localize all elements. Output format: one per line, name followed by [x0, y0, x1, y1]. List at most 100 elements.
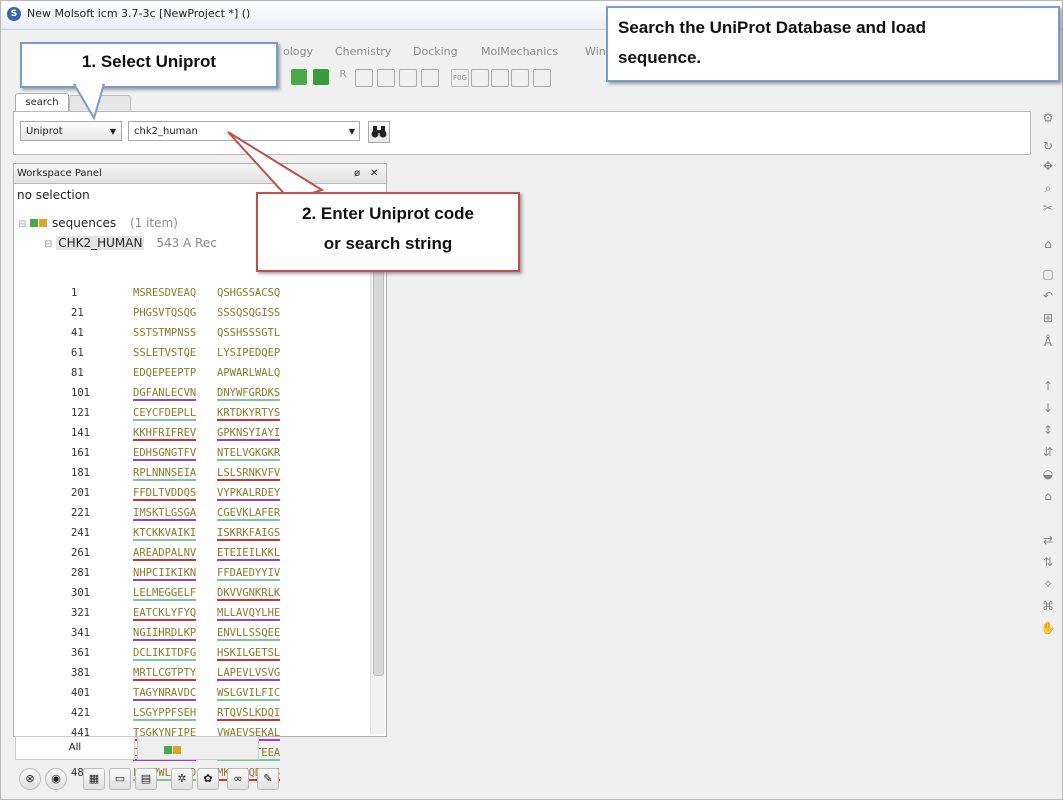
sequence-block[interactable]: DKVVGNKRLK — [217, 587, 281, 601]
toolbar-icon-green-2[interactable] — [313, 69, 329, 85]
sequence-block[interactable]: QSHGSSACSQ — [217, 287, 280, 299]
move-icon[interactable]: ✥ — [1039, 157, 1057, 175]
tree-node-chk2-human[interactable]: ⊟ CHK2_HUMAN 543 A Rec — [44, 236, 217, 250]
sequence-block[interactable]: PHGSVTQSQG — [133, 307, 196, 319]
arrow-up-icon[interactable]: ↑ — [1039, 377, 1057, 395]
sequence-block[interactable]: KTCKKVAIKI — [133, 527, 197, 541]
toolbar-icon-r[interactable]: R — [335, 69, 351, 85]
sequence-block[interactable]: FFDAEDYYIV — [217, 567, 281, 581]
sequence-block[interactable]: APWARLWALQ — [217, 367, 280, 379]
sequence-block[interactable]: IMSKTLGSGA — [133, 507, 197, 521]
toolbar-icon-layout[interactable] — [533, 69, 551, 87]
sequence-block[interactable]: LSGYPPFSEH — [133, 707, 197, 721]
undo-icon[interactable]: ↶ — [1039, 287, 1057, 305]
star-icon[interactable]: ✧ — [1039, 575, 1057, 593]
sequence-block[interactable]: EDQEPEEPTP — [133, 367, 196, 379]
sequence-block[interactable]: SSTSTMPNSS — [133, 327, 196, 339]
sequence-block[interactable]: LELMEGGELF — [133, 587, 197, 601]
sequence-block[interactable]: CEYCFDEPLL — [133, 407, 197, 421]
sequence-block[interactable]: AREADPALNV — [133, 547, 197, 561]
sequence-block[interactable]: DCLIKITDFG — [133, 647, 197, 661]
tree-view-icon[interactable]: ▦ — [83, 768, 105, 790]
menu-item-biology[interactable]: ology — [283, 45, 313, 58]
sequence-block[interactable]: MSRESDVEAQ — [133, 287, 196, 299]
tool-icon[interactable]: ✎ — [257, 768, 279, 790]
view-icon[interactable]: ⌂ — [1039, 235, 1057, 253]
menu-item-molmechanics[interactable]: MolMechanics — [481, 45, 558, 58]
stop-icon[interactable]: ⊗ — [19, 768, 41, 790]
settings-icon[interactable]: ✲ — [171, 768, 193, 790]
sequence-block[interactable]: GPKNSYIAYI — [217, 427, 281, 441]
sequence-block[interactable]: SSSQSQGISS — [217, 307, 280, 319]
close-panel-icon[interactable]: ✕ — [370, 164, 378, 184]
menu-item-docking[interactable]: Docking — [413, 45, 458, 58]
sequence-block[interactable]: NHPCIIKIKN — [133, 567, 197, 581]
clip-icon[interactable]: ✂ — [1039, 199, 1057, 217]
sequence-block[interactable]: EATCKLYFYQ — [133, 607, 197, 621]
sequence-block[interactable]: TAGYNRAVDC — [133, 687, 197, 701]
arrow-updown-icon[interactable]: ↕ — [1039, 421, 1057, 439]
sequence-block[interactable]: RTQVSLKDQI — [217, 707, 281, 721]
window-icon[interactable]: ▭ — [109, 768, 131, 790]
table-icon[interactable]: ▤ — [135, 768, 157, 790]
sequence-block[interactable]: RPLNNNSEIA — [133, 467, 197, 481]
molecule-icon[interactable]: ✿ — [197, 768, 219, 790]
select-icon[interactable]: ⌘ — [1039, 597, 1057, 615]
toolbar-icon-grid-4[interactable] — [421, 69, 439, 87]
database-select[interactable]: Uniprot ▼ — [20, 121, 122, 141]
toolbar-icon-table[interactable] — [511, 69, 529, 87]
toolbar-icon-s[interactable] — [471, 69, 489, 87]
rotate-icon[interactable]: ↻ — [1039, 137, 1057, 155]
label-icon[interactable]: Å — [1039, 333, 1057, 351]
toolbar-icon-grid-1[interactable] — [355, 69, 373, 87]
tree-node-sequences[interactable]: ⊟ sequences (1 item) — [18, 216, 178, 230]
sequence-block[interactable]: QSSHSSSGTL — [217, 327, 280, 339]
sequence-block[interactable]: VYPKALRDEY — [217, 487, 281, 501]
toolbar-icon-fog[interactable]: F0G — [451, 69, 469, 87]
globe-icon[interactable]: ◉ — [45, 768, 67, 790]
binoculars-icon[interactable]: ∞ — [227, 768, 249, 790]
sequence-block[interactable]: CGEVKLAFER — [217, 507, 281, 521]
frame-icon[interactable]: ▢ — [1039, 265, 1057, 283]
sequence-block[interactable]: ISKRKFAIGS — [217, 527, 281, 541]
sequence-block[interactable]: FFDLTVDDQS — [133, 487, 197, 501]
center-icon[interactable]: ⇵ — [1039, 443, 1057, 461]
swap-icon[interactable]: ⇄ — [1039, 531, 1057, 549]
tab-sequences[interactable] — [137, 736, 259, 760]
arrow-down-icon[interactable]: ↓ — [1039, 399, 1057, 417]
sequence-block[interactable]: SSLETVSTQE — [133, 347, 196, 359]
sequence-block[interactable]: WSLGVILFIC — [217, 687, 281, 701]
sequence-block[interactable]: MLLAVQYLHE — [217, 607, 281, 621]
tab-search[interactable]: search — [15, 93, 69, 111]
toolbar-icon-green-1[interactable] — [291, 69, 307, 85]
settings-icon[interactable]: ⚙ — [1039, 109, 1057, 127]
sequence-block[interactable]: DNYWFGRDKS — [217, 387, 281, 401]
sequence-block[interactable]: NTELVGKGKR — [217, 447, 281, 461]
float-panel-icon[interactable]: ø — [354, 164, 360, 184]
sort-icon[interactable]: ⇅ — [1039, 553, 1057, 571]
sequence-block[interactable]: DGFANLECVN — [133, 387, 197, 401]
zoom-icon[interactable]: ⌕ — [1039, 179, 1057, 197]
workspace-scrollbar[interactable] — [370, 210, 385, 734]
sequence-block[interactable]: ETEIEILKKL — [217, 547, 281, 561]
menu-item-chemistry[interactable]: Chemistry — [335, 45, 391, 58]
lock-icon[interactable]: ⌂ — [1039, 487, 1057, 505]
hand-icon[interactable]: ✋ — [1039, 619, 1057, 637]
sequence-block[interactable]: ENVLLSSQEE — [217, 627, 281, 641]
toolbar-icon-grid-2[interactable] — [377, 69, 395, 87]
scrollbar-thumb[interactable] — [373, 224, 384, 676]
sequence-block[interactable]: LSLSRNKVFV — [217, 467, 281, 481]
sequence-block[interactable]: KKHFRIFREV — [133, 427, 197, 441]
menu-item-window[interactable]: Win — [585, 45, 606, 58]
binoculars-search-button[interactable] — [368, 121, 390, 143]
grid-icon[interactable]: ⊞ — [1039, 309, 1057, 327]
sequence-block[interactable]: KRTDKYRTYS — [217, 407, 281, 421]
eye-icon[interactable]: ◒ — [1039, 465, 1057, 483]
sequence-block[interactable]: LYSIPEDQEP — [217, 347, 280, 359]
sequence-block[interactable]: EDHSGNGTFV — [133, 447, 197, 461]
toolbar-icon-ac[interactable] — [491, 69, 509, 87]
sequence-block[interactable]: LAPEVLVSVG — [217, 667, 281, 681]
sequence-block[interactable]: HSKILGETSL — [217, 647, 281, 661]
tab-all[interactable]: All — [15, 736, 135, 760]
toolbar-icon-grid-3[interactable] — [399, 69, 417, 87]
